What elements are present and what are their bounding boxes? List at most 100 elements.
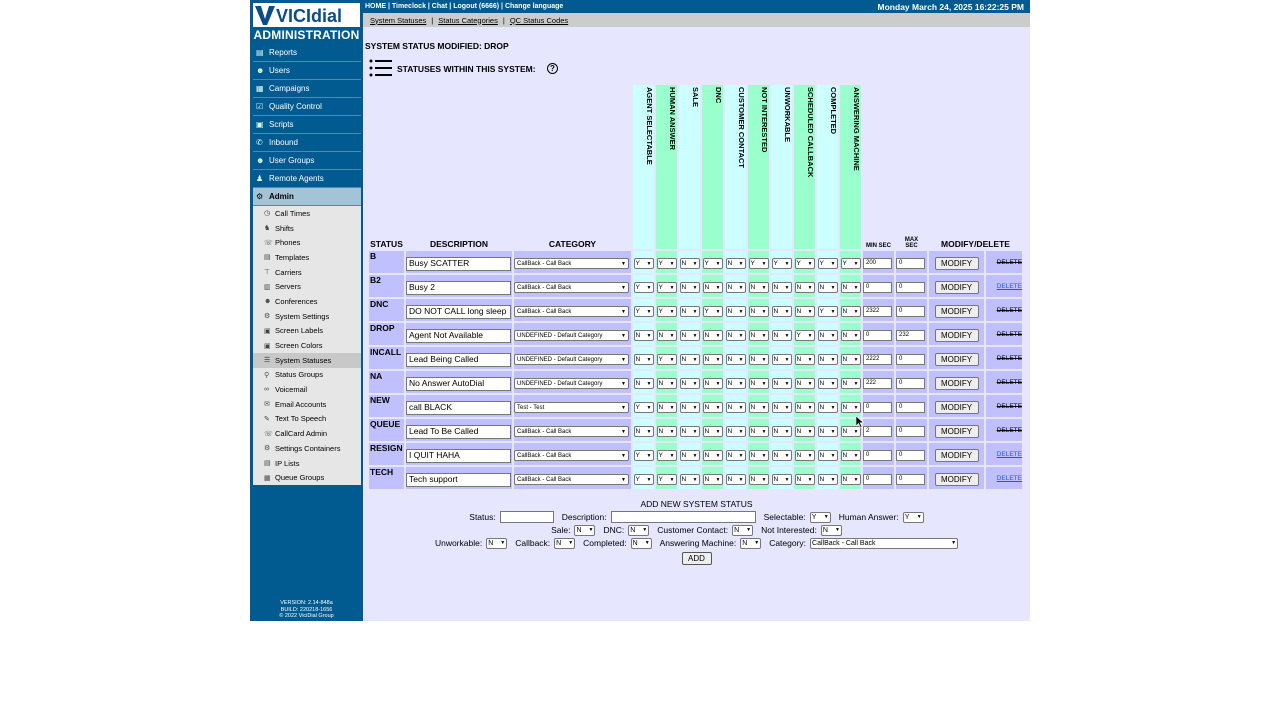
flag-select[interactable]: N ▼ [725, 258, 746, 269]
flag-select[interactable]: Y ▼ [656, 258, 677, 269]
flag-select[interactable]: N ▼ [748, 402, 769, 413]
category-select[interactable]: Test - Test ▼ [514, 402, 629, 413]
modify-button[interactable]: MODIFY [934, 257, 979, 270]
sidebar-item-campaigns[interactable]: ▦ Campaigns [253, 80, 361, 98]
sidebar-item-users[interactable]: ☻ Users [253, 62, 361, 80]
min-sec-input[interactable]: 0 [863, 450, 892, 461]
sidebar-item-user-groups[interactable]: ☻ User Groups [253, 152, 361, 170]
flag-select[interactable]: N ▼ [725, 354, 746, 365]
admin-sub-email-accounts[interactable]: ✉ Email Accounts [253, 397, 361, 412]
flag-select[interactable]: N ▼ [794, 378, 815, 389]
category-select[interactable]: CallBack - Call Back ▼ [514, 258, 629, 269]
flag-select[interactable]: Y ▼ [817, 306, 838, 317]
completed-select[interactable]: N ▼ [630, 537, 652, 549]
flag-select[interactable]: N ▼ [656, 330, 677, 341]
flag-select[interactable]: N ▼ [817, 474, 838, 485]
admin-sub-ip-lists[interactable]: ▤ IP Lists [253, 456, 361, 471]
status-input[interactable] [499, 511, 554, 523]
modify-button[interactable]: MODIFY [934, 329, 979, 342]
flag-select[interactable]: N ▼ [725, 474, 746, 485]
flag-select[interactable]: N ▼ [702, 282, 723, 293]
modify-button[interactable]: MODIFY [934, 449, 979, 462]
flag-select[interactable]: N ▼ [840, 474, 861, 485]
category-select[interactable]: CallBack - Call Back ▼ [514, 282, 629, 293]
flag-select[interactable]: N ▼ [840, 282, 861, 293]
max-sec-input[interactable]: 0 [896, 258, 925, 269]
subnav-system-statuses[interactable]: System Statuses [370, 16, 426, 25]
delete-link[interactable]: DELETE [997, 451, 1022, 458]
admin-sub-text-to-speech[interactable]: ✎ Text To Speech [253, 412, 361, 427]
flag-select[interactable]: N ▼ [702, 330, 723, 341]
flag-select[interactable]: N ▼ [817, 450, 838, 461]
flag-select[interactable]: N ▼ [794, 474, 815, 485]
max-sec-input[interactable]: 0 [896, 306, 925, 317]
flag-select[interactable]: N ▼ [817, 402, 838, 413]
max-sec-input[interactable]: 0 [896, 450, 925, 461]
category-select[interactable]: CallBack - Call Back ▼ [514, 450, 629, 461]
description-input[interactable]: I QUIT HAHA [406, 448, 511, 463]
admin-sub-shifts[interactable]: ♞ Shifts [253, 221, 361, 236]
min-sec-input[interactable]: 2222 [863, 354, 892, 365]
delete-link[interactable]: DELETE [997, 283, 1022, 290]
flag-select[interactable]: N ▼ [748, 378, 769, 389]
flag-select[interactable]: Y ▼ [633, 306, 654, 317]
flag-select[interactable]: Y ▼ [656, 474, 677, 485]
flag-select[interactable]: N ▼ [748, 450, 769, 461]
flag-select[interactable]: Y ▼ [633, 450, 654, 461]
flag-select[interactable]: N ▼ [679, 258, 700, 269]
description-input[interactable]: Agent Not Available [406, 328, 511, 343]
flag-select[interactable]: Y ▼ [633, 402, 654, 413]
modify-button[interactable]: MODIFY [934, 377, 979, 390]
flag-select[interactable]: Y ▼ [840, 258, 861, 269]
flag-select[interactable]: N ▼ [748, 354, 769, 365]
flag-select[interactable]: N ▼ [679, 306, 700, 317]
unworkable-select[interactable]: N ▼ [486, 537, 508, 549]
sidebar-item-inbound[interactable]: ✆ Inbound [253, 134, 361, 152]
category-select[interactable]: CallBack - Call Back ▼ [514, 306, 629, 317]
flag-select[interactable]: N ▼ [817, 330, 838, 341]
answering-machine-select[interactable]: N ▼ [740, 537, 762, 549]
flag-select[interactable]: N ▼ [702, 426, 723, 437]
flag-select[interactable]: N ▼ [817, 354, 838, 365]
flag-select[interactable]: N ▼ [702, 402, 723, 413]
modify-button[interactable]: MODIFY [934, 281, 979, 294]
modify-button[interactable]: MODIFY [934, 425, 979, 438]
flag-select[interactable]: N ▼ [840, 402, 861, 413]
sidebar-item-remote-agents[interactable]: ♟ Remote Agents [253, 170, 361, 188]
flag-select[interactable]: N ▼ [817, 282, 838, 293]
flag-select[interactable]: N ▼ [771, 450, 792, 461]
max-sec-input[interactable]: 0 [896, 354, 925, 365]
admin-sub-carriers[interactable]: ⊤ Carriers [253, 265, 361, 280]
admin-sub-call-times[interactable]: ◷ Call Times [253, 206, 361, 221]
min-sec-input[interactable]: 0 [863, 282, 892, 293]
flag-select[interactable]: N ▼ [771, 306, 792, 317]
flag-select[interactable]: N ▼ [679, 282, 700, 293]
description-input[interactable]: Busy SCATTER [406, 256, 511, 271]
flag-select[interactable]: N ▼ [794, 282, 815, 293]
min-sec-input[interactable]: 0 [863, 474, 892, 485]
flag-select[interactable]: N ▼ [725, 378, 746, 389]
flag-select[interactable]: N ▼ [748, 330, 769, 341]
flag-select[interactable]: N ▼ [748, 282, 769, 293]
description-input[interactable]: Tech support [406, 472, 511, 487]
admin-sub-system-settings[interactable]: ⚙ System Settings [253, 309, 361, 324]
sidebar-item-scripts[interactable]: ▣ Scripts [253, 116, 361, 134]
sidebar-item-quality-control[interactable]: ☑ Quality Control [253, 98, 361, 116]
flag-select[interactable]: N ▼ [633, 330, 654, 341]
sidebar-item-reports[interactable]: ▤ Reports [253, 44, 361, 62]
admin-sub-templates[interactable]: ▤ Templates [253, 250, 361, 265]
flag-select[interactable]: N ▼ [679, 378, 700, 389]
admin-sub-system-statuses[interactable]: ☰ System Statuses [253, 352, 361, 368]
flag-select[interactable]: N ▼ [679, 354, 700, 365]
flag-select[interactable]: Y ▼ [748, 258, 769, 269]
admin-sub-phones[interactable]: ☏ Phones [253, 235, 361, 250]
selectable-select[interactable]: Y ▼ [809, 511, 831, 523]
flag-select[interactable]: N ▼ [748, 474, 769, 485]
flag-select[interactable]: N ▼ [679, 450, 700, 461]
vicidial-logo[interactable]: VICIdial [253, 3, 360, 27]
admin-sub-screen-labels[interactable]: ▣ Screen Labels [253, 324, 361, 339]
help-icon[interactable]: ? [547, 63, 558, 74]
flag-select[interactable]: Y ▼ [702, 306, 723, 317]
flag-select[interactable]: N ▼ [771, 354, 792, 365]
flag-select[interactable]: Y ▼ [794, 258, 815, 269]
